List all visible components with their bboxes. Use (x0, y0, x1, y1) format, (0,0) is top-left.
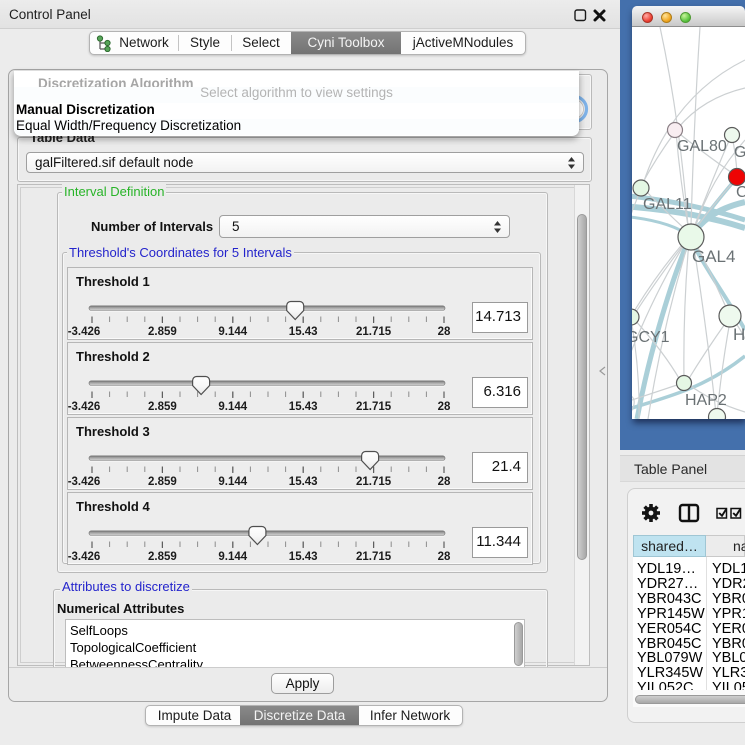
svg-text:15.43: 15.43 (289, 401, 318, 413)
svg-text:2.859: 2.859 (148, 401, 177, 413)
svg-text:21.715: 21.715 (356, 551, 392, 563)
svg-text:28: 28 (438, 326, 451, 338)
svg-text:9.144: 9.144 (218, 326, 247, 338)
svg-text:28: 28 (438, 551, 451, 563)
svg-text:2.859: 2.859 (148, 476, 177, 488)
svg-text:HAP2: HAP2 (685, 392, 727, 409)
svg-text:-3.426: -3.426 (68, 551, 100, 563)
svg-text:CY: CY (736, 184, 745, 201)
svg-text:-3.426: -3.426 (68, 476, 100, 488)
svg-text:28: 28 (438, 476, 451, 488)
svg-text:21.715: 21.715 (356, 401, 392, 413)
svg-text:9.144: 9.144 (218, 476, 247, 488)
svg-text:-3.426: -3.426 (68, 326, 100, 338)
svg-text:GAL80: GAL80 (677, 138, 727, 155)
svg-text:GCY1: GCY1 (632, 329, 670, 346)
svg-text:HIS4: HIS4 (733, 325, 745, 344)
svg-text:9.144: 9.144 (218, 401, 247, 413)
svg-text:15.43: 15.43 (289, 551, 318, 563)
svg-text:15.43: 15.43 (289, 476, 318, 488)
svg-text:GAL4: GAL4 (692, 247, 735, 266)
svg-text:21.715: 21.715 (356, 476, 392, 488)
svg-text:9.144: 9.144 (218, 551, 247, 563)
svg-text:2.859: 2.859 (148, 551, 177, 563)
svg-text:15.43: 15.43 (289, 326, 318, 338)
svg-text:GAL11: GAL11 (643, 196, 692, 213)
svg-text:GA: GA (734, 144, 745, 161)
svg-text:28: 28 (438, 401, 451, 413)
svg-text:21.715: 21.715 (356, 326, 392, 338)
svg-text:-3.426: -3.426 (68, 401, 100, 413)
svg-text:2.859: 2.859 (148, 326, 177, 338)
